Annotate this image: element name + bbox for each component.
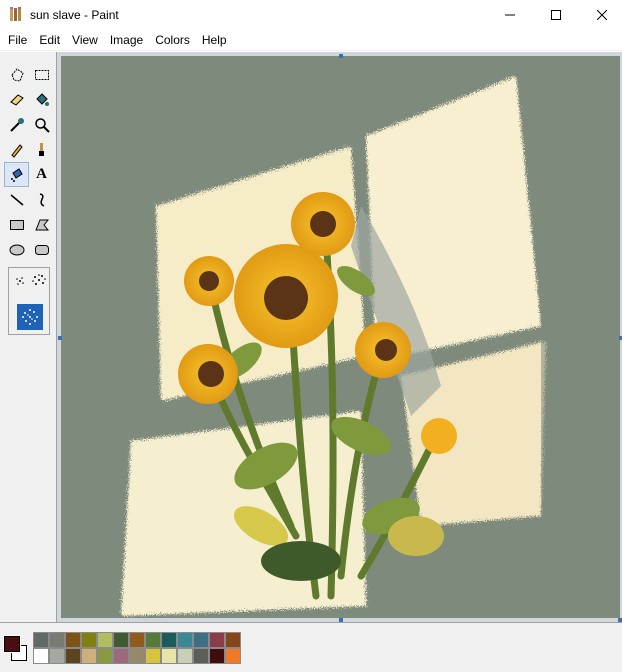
palette-swatch[interactable] <box>65 632 81 648</box>
rect-select-icon <box>34 69 49 80</box>
palette-swatch[interactable] <box>209 632 225 648</box>
ellipse-icon <box>9 244 24 255</box>
free-form-select-icon <box>10 67 24 82</box>
menu-help[interactable]: Help <box>196 30 233 51</box>
palette-swatch[interactable] <box>97 648 113 664</box>
title-bar: sun slave - Paint <box>0 0 622 30</box>
close-button[interactable] <box>579 0 622 30</box>
maximize-icon <box>551 10 561 20</box>
free-form-select-tool[interactable] <box>4 62 29 87</box>
airbrush-large-option[interactable] <box>17 304 43 330</box>
maximize-button[interactable] <box>533 0 579 30</box>
airbrush-small-option[interactable] <box>13 274 27 288</box>
rect-select-tool[interactable] <box>29 62 54 87</box>
palette-swatch[interactable] <box>225 648 241 664</box>
minimize-icon <box>505 14 515 16</box>
menu-file[interactable]: File <box>2 30 33 51</box>
curve-icon <box>39 192 44 207</box>
color-picker-icon <box>9 117 24 132</box>
curve-tool[interactable] <box>29 187 54 212</box>
airbrush-tool[interactable] <box>4 162 29 187</box>
foreground-color-swatch[interactable] <box>3 635 21 653</box>
palette-swatch[interactable] <box>97 632 113 648</box>
magnifier-icon <box>34 117 50 133</box>
palette-swatch[interactable] <box>113 632 129 648</box>
text-tool[interactable]: A <box>29 162 54 187</box>
menu-edit[interactable]: Edit <box>33 30 66 51</box>
airbrush-large-spray-icon <box>22 309 38 325</box>
airbrush-icon <box>10 167 23 182</box>
fill-bucket-icon <box>35 92 49 106</box>
palette-swatch[interactable] <box>129 648 145 664</box>
palette-swatch <box>241 648 257 664</box>
fill-bucket-tool[interactable] <box>29 87 54 112</box>
palette-swatch[interactable] <box>209 648 225 664</box>
palette-swatch[interactable] <box>129 632 145 648</box>
menu-view[interactable]: View <box>66 30 104 51</box>
palette-swatch[interactable] <box>33 648 49 664</box>
menu-colors[interactable]: Colors <box>149 30 196 51</box>
rectangle-tool[interactable] <box>4 212 29 237</box>
palette-swatch[interactable] <box>81 648 97 664</box>
menu-image[interactable]: Image <box>104 30 149 51</box>
palette-swatch[interactable] <box>161 648 177 664</box>
line-icon <box>10 193 23 206</box>
palette-swatch[interactable] <box>145 632 161 648</box>
rectangle-icon <box>9 219 24 230</box>
palette-swatch[interactable] <box>177 632 193 648</box>
palette-swatch[interactable] <box>81 632 97 648</box>
polygon-tool[interactable] <box>29 212 54 237</box>
eraser-tool[interactable] <box>4 87 29 112</box>
palette-swatch[interactable] <box>193 632 209 648</box>
window-title: sun slave - Paint <box>30 8 119 22</box>
palette-swatch[interactable] <box>161 632 177 648</box>
toolbox: A <box>0 52 57 622</box>
palette-swatch[interactable] <box>33 632 49 648</box>
pencil-tool[interactable] <box>4 137 29 162</box>
palette-swatch[interactable] <box>113 648 129 664</box>
resize-handle-left[interactable] <box>58 336 62 340</box>
magnifier-tool[interactable] <box>29 112 54 137</box>
minimize-button[interactable] <box>487 0 533 30</box>
palette-swatch[interactable] <box>193 648 209 664</box>
rounded-rect-icon <box>34 244 49 255</box>
resize-handle-top[interactable] <box>339 54 343 58</box>
brush-icon <box>38 142 44 156</box>
palette-swatch[interactable] <box>145 648 161 664</box>
line-tool[interactable] <box>4 187 29 212</box>
polygon-icon <box>34 219 49 230</box>
airbrush-medium-option[interactable] <box>31 272 47 288</box>
palette-swatch[interactable] <box>177 648 193 664</box>
tool-options-panel <box>8 267 50 335</box>
close-icon <box>597 10 607 20</box>
eraser-icon <box>9 93 24 106</box>
palette-swatch[interactable] <box>225 632 241 648</box>
menu-bar: File Edit View Image Colors Help <box>0 30 622 51</box>
palette-swatches <box>33 632 257 664</box>
pencil-icon <box>10 143 23 158</box>
ellipse-tool[interactable] <box>4 237 29 262</box>
color-picker-tool[interactable] <box>4 112 29 137</box>
palette-swatch <box>241 632 257 648</box>
current-colors <box>3 635 28 666</box>
palette-swatch[interactable] <box>49 648 65 664</box>
brush-tool[interactable] <box>29 137 54 162</box>
drawing-canvas[interactable] <box>61 56 620 618</box>
palette-swatch[interactable] <box>65 648 81 664</box>
palette-swatch[interactable] <box>49 632 65 648</box>
text-icon: A <box>36 166 47 182</box>
paint-app-icon <box>10 7 21 21</box>
tool-grid: A <box>4 62 54 262</box>
sunflower-painting <box>61 56 620 618</box>
rounded-rect-tool[interactable] <box>29 237 54 262</box>
